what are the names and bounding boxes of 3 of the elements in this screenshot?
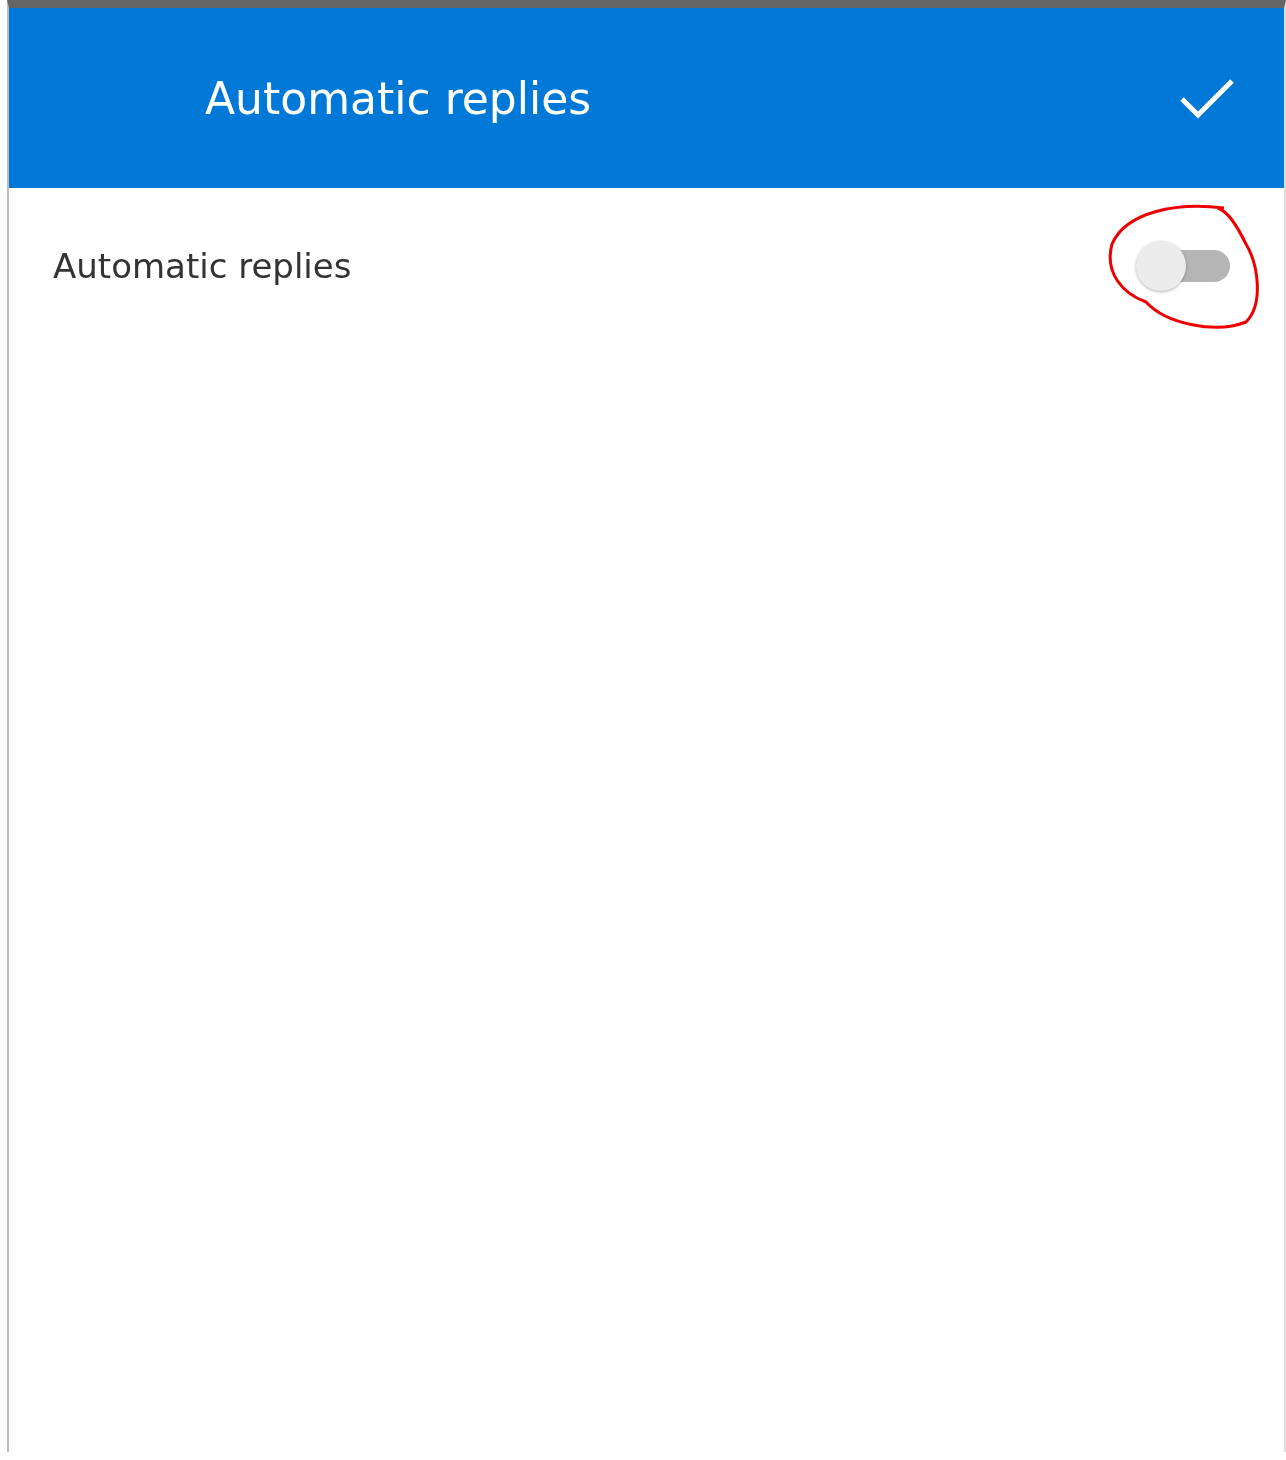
toggle-switch[interactable] — [1136, 241, 1230, 291]
header-title: Automatic replies — [205, 72, 593, 124]
setting-label: Automatic replies — [53, 246, 353, 286]
